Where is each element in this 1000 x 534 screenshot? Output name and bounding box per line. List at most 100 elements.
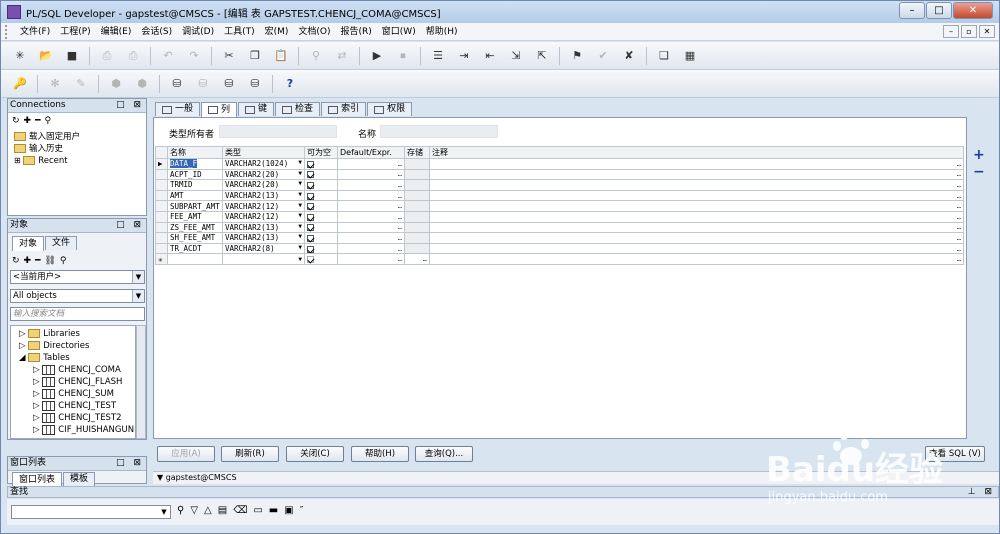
copy-icon[interactable]: ❐ [247, 48, 263, 64]
col-header-name[interactable]: 名称 [167, 146, 223, 159]
table-row[interactable]: AMT VARCHAR2(13) ▼…… [155, 189, 964, 202]
mdi-close-button[interactable]: ✕ [979, 25, 995, 38]
window-cascade-icon[interactable]: ❏ [656, 48, 672, 64]
menu-debug[interactable]: 调试(D) [177, 23, 219, 41]
cell-type[interactable]: VARCHAR2(20) ▼ [222, 179, 305, 191]
tab-objects[interactable]: 对象 [12, 236, 45, 251]
nullable-checkbox[interactable] [307, 192, 314, 200]
cell-nullable[interactable] [304, 253, 338, 265]
nullable-checkbox[interactable] [307, 203, 314, 211]
object-tree-scrollbar[interactable] [136, 325, 146, 439]
menu-documents[interactable]: 文档(O) [293, 23, 335, 41]
tab-window-list[interactable]: 窗口列表 [12, 472, 63, 487]
undo-icon[interactable]: ↶ [160, 48, 176, 64]
apply-button[interactable]: 应用(A) [157, 446, 215, 462]
cell-type[interactable]: VARCHAR2(1024) ▼ [222, 158, 305, 170]
tree-node[interactable]: ◢ Tables [19, 352, 135, 364]
cell-storage[interactable] [404, 158, 430, 170]
col-header-nullable[interactable]: 可为空 [304, 146, 338, 159]
open-icon[interactable]: 📂 [38, 48, 54, 64]
tab-templates[interactable]: 模板 [63, 472, 96, 486]
connection-item[interactable]: 输入历史 [14, 143, 80, 155]
table-row[interactable]: ▶ DATA_F VARCHAR2(1024) ▼…… [155, 158, 964, 170]
connection-item[interactable]: ⊞ Recent [14, 155, 80, 167]
chevron-down-icon[interactable]: ▼ [298, 212, 302, 219]
cell-name[interactable]: ZS_FEE_AMT [167, 221, 223, 234]
quote-icon[interactable]: ″ [300, 505, 310, 516]
cell-type[interactable]: VARCHAR2(12) ▼ [222, 200, 305, 212]
cell-default[interactable]: … [337, 242, 405, 255]
cell-default[interactable]: … [337, 200, 405, 212]
refresh-button[interactable]: 刷新(R) [221, 446, 279, 462]
cell-comment[interactable]: … [429, 168, 964, 181]
window-tile-icon[interactable]: ▦ [682, 48, 698, 64]
import-icon[interactable]: ⇲ [508, 48, 524, 64]
nullable-checkbox[interactable] [307, 224, 314, 232]
paste-icon[interactable]: 📋 [273, 48, 289, 64]
tree-node[interactable]: ▷ CHENCJ_SUM [19, 388, 135, 400]
pane-controls[interactable]: □ ⊠ [116, 219, 144, 232]
session-kill-icon[interactable]: ⬢ [134, 76, 150, 92]
cell-default[interactable]: … [337, 179, 405, 191]
mdi-minimize-button[interactable]: – [943, 25, 959, 38]
cell-comment[interactable]: … [429, 253, 964, 265]
cell-type[interactable]: VARCHAR2(8) ▼ [222, 242, 305, 255]
cell-storage[interactable] [404, 168, 430, 181]
cell-default[interactable]: … [337, 232, 405, 244]
cell-storage[interactable] [404, 210, 430, 223]
explain-plan-icon[interactable]: ⚑ [569, 48, 585, 64]
case-icon[interactable]: ▭ [253, 505, 268, 516]
cell-name[interactable]: TR_ACDT [167, 242, 223, 255]
chevron-down-icon[interactable]: ▼ [298, 223, 302, 230]
chevron-down-icon[interactable]: ▼ [298, 170, 302, 177]
nullable-checkbox[interactable] [307, 245, 314, 253]
cell-storage[interactable] [404, 200, 430, 212]
close-window-button[interactable]: ✕ [953, 2, 993, 19]
cell-name[interactable]: SUBPART_AMT [167, 200, 223, 212]
cell-name[interactable]: AMT [167, 189, 223, 202]
col-header-storage[interactable]: 存储 [404, 146, 430, 159]
table-row[interactable]: FEE_AMT VARCHAR2(12) ▼…… [155, 210, 964, 223]
cut-icon[interactable]: ✂ [221, 48, 237, 64]
cell-type[interactable]: ▼ [222, 253, 305, 265]
object-search-input[interactable]: 输入搜索文档 [10, 307, 145, 321]
tree-node[interactable]: ▷ CHENCJ_TEST2 [19, 412, 135, 424]
cell-name[interactable]: ACPT_ID [167, 168, 223, 181]
cell-nullable[interactable] [304, 210, 338, 223]
print-icon[interactable]: ⎙ [99, 48, 115, 64]
cell-name[interactable]: TRMID [167, 179, 223, 191]
cell-type[interactable]: VARCHAR2(13) ▼ [222, 232, 305, 244]
execute-icon[interactable]: ▶ [369, 48, 385, 64]
cell-nullable[interactable] [304, 168, 338, 181]
find-prev-icon[interactable]: △ [204, 505, 218, 516]
redo-icon[interactable]: ↷ [186, 48, 202, 64]
type-owner-field[interactable] [219, 125, 337, 138]
save-icon[interactable]: ■ [64, 48, 80, 64]
table-row[interactable]: TRMID VARCHAR2(20) ▼…… [155, 179, 964, 191]
session-icon[interactable]: ⬢ [108, 76, 124, 92]
minimize-button[interactable]: – [899, 2, 925, 19]
maximize-button[interactable]: □ [926, 2, 952, 19]
remove-column-button[interactable]: − [973, 164, 985, 180]
cell-nullable[interactable] [304, 242, 338, 255]
menu-help[interactable]: 帮助(H) [421, 23, 463, 41]
find-input[interactable]: ▼ [11, 505, 171, 519]
filter-select[interactable]: All objects ▼ [10, 289, 145, 303]
menu-edit[interactable]: 编辑(E) [96, 23, 137, 41]
cell-storage[interactable] [404, 242, 430, 255]
print-preview-icon[interactable]: ⎙ [125, 48, 141, 64]
whole-word-icon[interactable]: ▬ [269, 505, 284, 516]
table-row[interactable]: TR_ACDT VARCHAR2(8) ▼…… [155, 242, 964, 255]
clear-icon[interactable]: ⌫ [233, 505, 253, 516]
nullable-checkbox[interactable] [307, 234, 314, 242]
cell-storage[interactable] [404, 189, 430, 202]
pane-controls[interactable]: □ ⊠ [116, 457, 144, 470]
cell-default[interactable]: … [337, 158, 405, 170]
mdi-restore-button[interactable]: ▫ [961, 25, 977, 38]
find-icon[interactable]: ⚲ [308, 48, 324, 64]
tree-node[interactable]: ▷ CHENCJ_COMA [19, 364, 135, 376]
tree-node[interactable]: ▷ CHENCJ_FLASH [19, 376, 135, 388]
cell-comment[interactable]: … [429, 232, 964, 244]
cell-type[interactable]: VARCHAR2(12) ▼ [222, 210, 305, 223]
cell-default[interactable]: … [337, 253, 405, 265]
